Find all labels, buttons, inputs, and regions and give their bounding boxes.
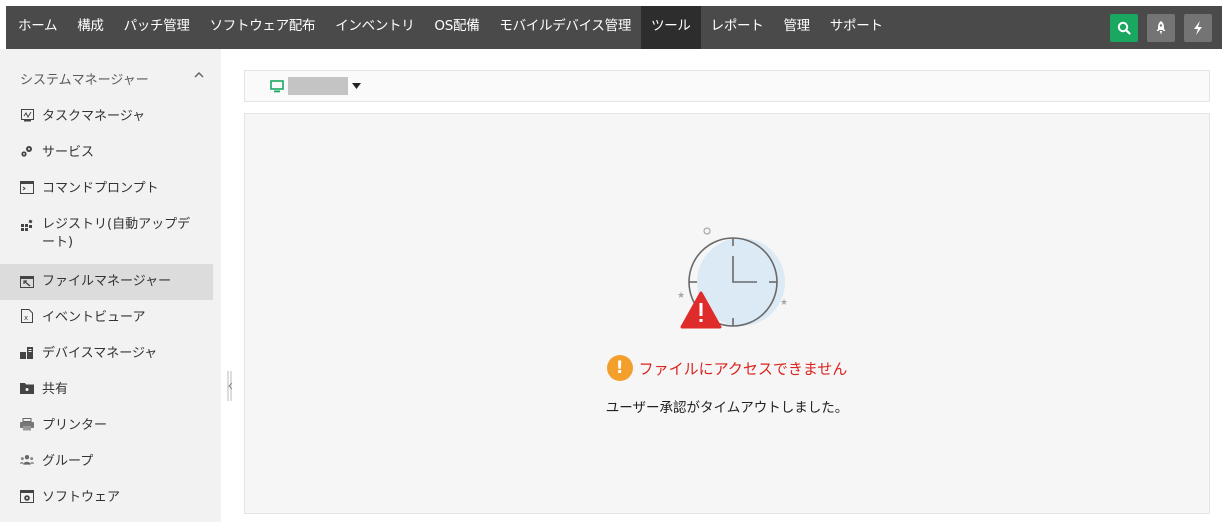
group-icon xyxy=(20,453,34,467)
sidebar-item-software[interactable]: ソフトウェア xyxy=(0,489,213,507)
sidebar-item-label: サービス xyxy=(42,145,95,160)
main-nav: ホーム 構成 パッチ管理 ソフトウェア配布 インベントリ OS配備 モバイルデバ… xyxy=(6,6,893,49)
sidebar-header[interactable]: システムマネージャー xyxy=(20,69,149,88)
computer-icon xyxy=(270,79,284,92)
nav-support[interactable]: サポート xyxy=(820,6,893,49)
services-icon xyxy=(20,144,34,158)
sidebar-item-label: タスクマネージャ xyxy=(42,109,146,124)
error-title-text: ファイルにアクセスできません xyxy=(638,359,848,378)
sidebar-item-printer[interactable]: プリンター xyxy=(0,417,213,435)
device-selector[interactable] xyxy=(270,77,361,95)
nav-inventory[interactable]: インベントリ xyxy=(325,6,424,49)
sidebar-item-label: デバイスマネージャ xyxy=(42,346,158,361)
sidebar-item-label: コマンドプロンプト xyxy=(42,181,159,196)
nav-os-deployment[interactable]: OS配備 xyxy=(424,6,489,49)
bolt-icon xyxy=(1194,21,1202,35)
file-manager-icon xyxy=(20,275,34,289)
resize-handle[interactable] xyxy=(226,371,234,401)
top-icon-group xyxy=(1110,14,1212,42)
sidebar-item-label: ファイルマネージャー xyxy=(42,274,172,289)
sidebar-item-services[interactable]: サービス xyxy=(0,144,213,162)
nav-mobile-device-management[interactable]: モバイルデバイス管理 xyxy=(489,6,641,49)
search-icon xyxy=(1117,21,1131,35)
sidebar-item-group[interactable]: グループ xyxy=(0,453,213,471)
software-icon xyxy=(20,489,34,503)
printer-icon xyxy=(20,417,34,431)
registry-icon xyxy=(20,218,34,232)
sidebar-item-label: 共有 xyxy=(42,382,69,397)
sidebar-item-label: イベントビューア xyxy=(42,310,146,325)
device-name-redacted xyxy=(288,77,348,95)
sidebar-item-task-manager[interactable]: タスクマネージャ xyxy=(0,108,213,126)
sidebar-item-device-manager[interactable]: デバイスマネージャ xyxy=(0,345,213,363)
device-selector-bar xyxy=(244,70,1210,102)
sidebar-item-label: ソフトウェア xyxy=(42,490,121,505)
device-manager-icon xyxy=(20,345,34,359)
sidebar-item-label: グループ xyxy=(42,454,94,469)
nav-admin[interactable]: 管理 xyxy=(773,6,819,49)
sidebar-item-share[interactable]: 共有 xyxy=(0,381,213,399)
share-icon xyxy=(20,381,34,395)
caret-down-icon xyxy=(352,83,361,89)
sidebar-item-command-prompt[interactable]: コマンドプロンプト xyxy=(0,180,213,198)
sidebar-item-registry[interactable]: レジストリ(自動アップデート) xyxy=(0,216,213,252)
timeout-illustration-icon: ★ ★ xyxy=(677,227,788,329)
rocket-icon xyxy=(1156,21,1166,35)
top-navigation-bar: ホーム 構成 パッチ管理 ソフトウェア配布 インベントリ OS配備 モバイルデバ… xyxy=(6,6,1222,49)
nav-patch-management[interactable]: パッチ管理 xyxy=(114,6,200,49)
error-title: ! ファイルにアクセスできません xyxy=(245,355,1209,381)
sidebar-item-event-viewer[interactable]: x イベントビューア xyxy=(0,309,213,327)
sidebar-item-label: レジストリ(自動アップデート) xyxy=(42,217,191,250)
quick-launch-button[interactable] xyxy=(1147,14,1175,42)
nav-tools[interactable]: ツール xyxy=(641,6,701,49)
svg-text:x: x xyxy=(24,314,28,322)
nav-reports[interactable]: レポート xyxy=(701,6,774,49)
nav-configuration[interactable]: 構成 xyxy=(67,6,113,49)
error-message: ユーザー承認がタイムアウトしました。 xyxy=(605,400,849,416)
nav-software-deployment[interactable]: ソフトウェア配布 xyxy=(200,6,326,49)
actions-button[interactable] xyxy=(1184,14,1212,42)
file-manager-panel: ★ ★ ! ファイルにアクセスできません ユーザー承認がタイムアウトしました。 xyxy=(244,113,1210,514)
sidebar-item-file-manager[interactable]: ファイルマネージャー xyxy=(0,264,213,300)
nav-home[interactable]: ホーム xyxy=(6,6,67,49)
chevron-up-icon[interactable] xyxy=(194,71,204,79)
task-manager-icon xyxy=(20,108,34,122)
svg-text:★: ★ xyxy=(677,291,685,301)
event-viewer-icon: x xyxy=(20,309,34,323)
sidebar: システムマネージャー タスクマネージャ サービス コマンドプロンプト レジストリ… xyxy=(0,49,221,522)
search-button[interactable] xyxy=(1110,14,1138,42)
sidebar-item-label: プリンター xyxy=(42,418,108,433)
command-prompt-icon xyxy=(20,180,34,194)
svg-text:★: ★ xyxy=(780,298,788,308)
warning-icon: ! xyxy=(606,355,633,381)
